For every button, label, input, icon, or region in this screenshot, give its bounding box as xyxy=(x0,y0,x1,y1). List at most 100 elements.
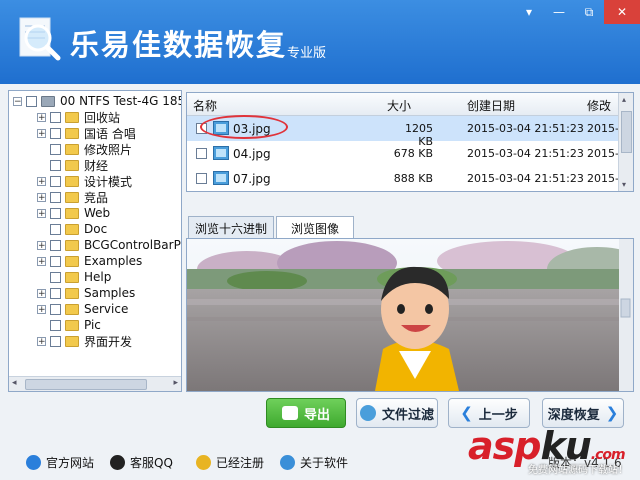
file-modified: 2015- xyxy=(587,147,619,160)
filter-button[interactable]: 文件过滤 xyxy=(356,398,438,428)
tree-item[interactable]: Pic xyxy=(37,317,101,333)
tree-item[interactable]: + Examples xyxy=(37,253,142,269)
tree-item-label: Web xyxy=(84,206,111,220)
tree-checkbox[interactable] xyxy=(50,319,61,331)
expand-icon[interactable]: + xyxy=(37,208,46,218)
file-name: 04.jpg xyxy=(233,147,271,161)
export-label: 导出 xyxy=(303,407,330,423)
file-modified: 2015- xyxy=(587,122,619,135)
expand-icon[interactable]: + xyxy=(37,240,46,250)
tree-item[interactable]: + 国语 合唱 xyxy=(37,125,136,141)
scroll-thumb[interactable] xyxy=(621,111,632,153)
tree-checkbox[interactable] xyxy=(26,95,37,107)
expand-icon[interactable]: + xyxy=(37,336,46,346)
scroll-up-icon[interactable]: ▴ xyxy=(622,95,626,104)
qq-label: 客服QQ xyxy=(130,456,173,470)
tree-checkbox[interactable] xyxy=(50,175,61,187)
tree-item[interactable]: + BCGControlBarPro1 xyxy=(37,237,181,253)
tree-item[interactable]: + Service xyxy=(37,301,128,317)
folder-icon xyxy=(65,223,79,235)
file-list[interactable]: 名称 大小 创建日期 修改 03.jpg 1205 KB 2015-03-04 21… xyxy=(186,92,634,192)
tree-checkbox[interactable] xyxy=(50,223,61,235)
website-link[interactable]: 官方网站 xyxy=(26,454,94,471)
watermark-tagline: 免费网站源码下载站！ xyxy=(528,465,628,476)
tree-checkbox[interactable] xyxy=(50,191,61,203)
file-list-scrollbar[interactable]: ▴ ▾ xyxy=(618,93,633,191)
registered-link[interactable]: 已经注册 xyxy=(196,454,264,471)
tree-checkbox[interactable] xyxy=(50,111,61,123)
filter-label: 文件过滤 xyxy=(381,407,434,423)
tree-item-label: 财经 xyxy=(84,158,109,173)
file-created: 2015-03-04 21:51:23 xyxy=(467,172,584,185)
file-row[interactable]: 07.jpg 888 KB 2015-03-04 21:51:23 2015- xyxy=(187,166,619,191)
scroll-down-icon[interactable]: ▾ xyxy=(622,180,626,189)
tree-horizontal-scrollbar[interactable]: ◂ ▸ xyxy=(9,376,181,391)
tree-item[interactable]: + Web xyxy=(37,205,110,221)
tree-root[interactable]: − 00 NTFS Test-4G 185 xyxy=(13,93,181,109)
expand-icon[interactable]: + xyxy=(37,256,46,266)
tree-item-label: 界面开发 xyxy=(84,334,133,349)
column-size[interactable]: 大小 xyxy=(387,97,411,114)
folder-icon xyxy=(65,335,79,347)
expand-icon[interactable]: + xyxy=(37,176,46,186)
tree-item[interactable]: + 界面开发 xyxy=(37,333,132,349)
tree-checkbox[interactable] xyxy=(50,255,61,267)
column-modified[interactable]: 修改 xyxy=(587,97,611,114)
chevron-right-icon: ❯ xyxy=(605,404,619,422)
qq-link[interactable]: 客服QQ xyxy=(110,454,173,471)
jpg-file-icon xyxy=(213,171,229,185)
expand-icon[interactable]: + xyxy=(37,112,46,122)
tab-hex[interactable]: 浏览十六进制 xyxy=(188,216,274,239)
tree-checkbox[interactable] xyxy=(50,303,61,315)
folder-icon xyxy=(65,159,79,171)
tree-item-label: Help xyxy=(84,270,112,284)
tree-item[interactable]: + 竞品 xyxy=(37,189,108,205)
scroll-right-icon[interactable]: ▸ xyxy=(173,378,178,388)
tree-checkbox[interactable] xyxy=(50,287,61,299)
tree-item[interactable]: 财经 xyxy=(37,157,108,173)
minimize-button[interactable]: — xyxy=(544,0,574,24)
file-checkbox[interactable] xyxy=(196,148,207,159)
column-created[interactable]: 创建日期 xyxy=(467,97,515,114)
folder-tree[interactable]: − 00 NTFS Test-4G 185 + 回收站 + 国语 合唱 修改照片 财经 + 设… xyxy=(8,90,182,392)
scroll-left-icon[interactable]: ◂ xyxy=(12,378,17,388)
folder-icon xyxy=(65,303,79,315)
tree-checkbox[interactable] xyxy=(50,127,61,139)
tree-checkbox[interactable] xyxy=(50,143,61,155)
expand-icon[interactable]: + xyxy=(37,304,46,314)
tree-item[interactable]: 修改照片 xyxy=(37,141,132,157)
collapse-icon[interactable]: − xyxy=(13,96,22,106)
tree-item[interactable]: Doc xyxy=(37,221,107,237)
tree-checkbox[interactable] xyxy=(50,239,61,251)
tree-item[interactable]: + 设计模式 xyxy=(37,173,132,189)
restore-button[interactable]: ⧉ xyxy=(574,0,604,24)
scroll-thumb[interactable] xyxy=(25,379,147,390)
file-row[interactable]: 04.jpg 678 KB 2015-03-04 21:51:23 2015- xyxy=(187,141,619,166)
tree-item[interactable]: Help xyxy=(37,269,111,285)
tree-checkbox[interactable] xyxy=(50,335,61,347)
tree-item[interactable]: + 回收站 xyxy=(37,109,120,125)
edition-label: 专业版 xyxy=(287,46,327,61)
about-link[interactable]: 关于软件 xyxy=(280,454,348,471)
tree-checkbox[interactable] xyxy=(50,159,61,171)
file-checkbox[interactable] xyxy=(196,173,207,184)
expand-icon[interactable]: + xyxy=(37,128,46,138)
tab-image[interactable]: 浏览图像 xyxy=(276,216,354,239)
image-preview xyxy=(186,238,634,392)
tree-item-label: Examples xyxy=(84,254,143,268)
tree-checkbox[interactable] xyxy=(50,271,61,283)
tree-item-label: 回收站 xyxy=(84,110,121,125)
title-bar: 乐易佳数据恢复 专业版 ▾ — ⧉ ✕ xyxy=(0,0,640,84)
close-button[interactable]: ✕ xyxy=(604,0,640,24)
column-name[interactable]: 名称 xyxy=(193,97,217,114)
tree-item[interactable]: + Samples xyxy=(37,285,135,301)
expand-icon[interactable]: + xyxy=(37,288,46,298)
export-button[interactable]: 导出 xyxy=(266,398,346,428)
menu-button[interactable]: ▾ xyxy=(514,0,544,24)
tree-item-label: 竞品 xyxy=(84,190,109,205)
folder-icon xyxy=(65,271,79,283)
file-size: 888 KB xyxy=(393,172,433,185)
tree-checkbox[interactable] xyxy=(50,207,61,219)
tree-item-label: Doc xyxy=(84,222,108,236)
expand-icon[interactable]: + xyxy=(37,192,46,202)
